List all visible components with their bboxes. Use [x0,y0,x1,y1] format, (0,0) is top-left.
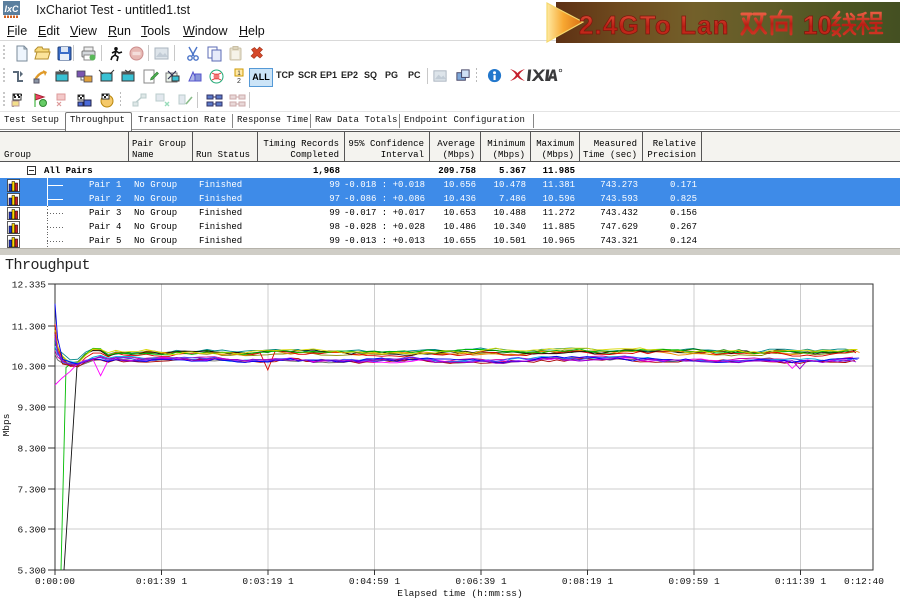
svg-text:0:04:59 1: 0:04:59 1 [349,576,401,587]
svg-text:9.300: 9.300 [17,403,46,414]
svg-text:12.335: 12.335 [12,280,47,291]
svg-text:0:00:00: 0:00:00 [35,576,75,587]
svg-text:0:06:39 1: 0:06:39 1 [455,576,507,587]
svg-text:2.4GTo Lan: 2.4GTo Lan [579,10,730,40]
svg-text:0:01:39 1: 0:01:39 1 [136,576,188,587]
svg-text:2: 2 [237,78,241,85]
svg-text:0:12:40: 0:12:40 [844,576,884,587]
svg-text:IxC: IxC [4,4,19,14]
svg-text:7.300: 7.300 [17,485,46,496]
svg-text:Elapsed time (h:mm:ss): Elapsed time (h:mm:ss) [397,588,522,599]
svg-text:Mbps: Mbps [1,414,12,437]
svg-text:8.300: 8.300 [17,444,46,455]
svg-text:5.300: 5.300 [17,566,46,577]
svg-text:10: 10 [803,10,832,40]
svg-text:10.300: 10.300 [12,362,47,373]
svg-text:0:08:19 1: 0:08:19 1 [562,576,614,587]
svg-text:11.300: 11.300 [12,322,47,333]
svg-text:0:03:19 1: 0:03:19 1 [242,576,294,587]
svg-text:0:09:59 1: 0:09:59 1 [668,576,720,587]
svg-text:6.300: 6.300 [17,525,46,536]
svg-text:0:11:39 1: 0:11:39 1 [775,576,827,587]
